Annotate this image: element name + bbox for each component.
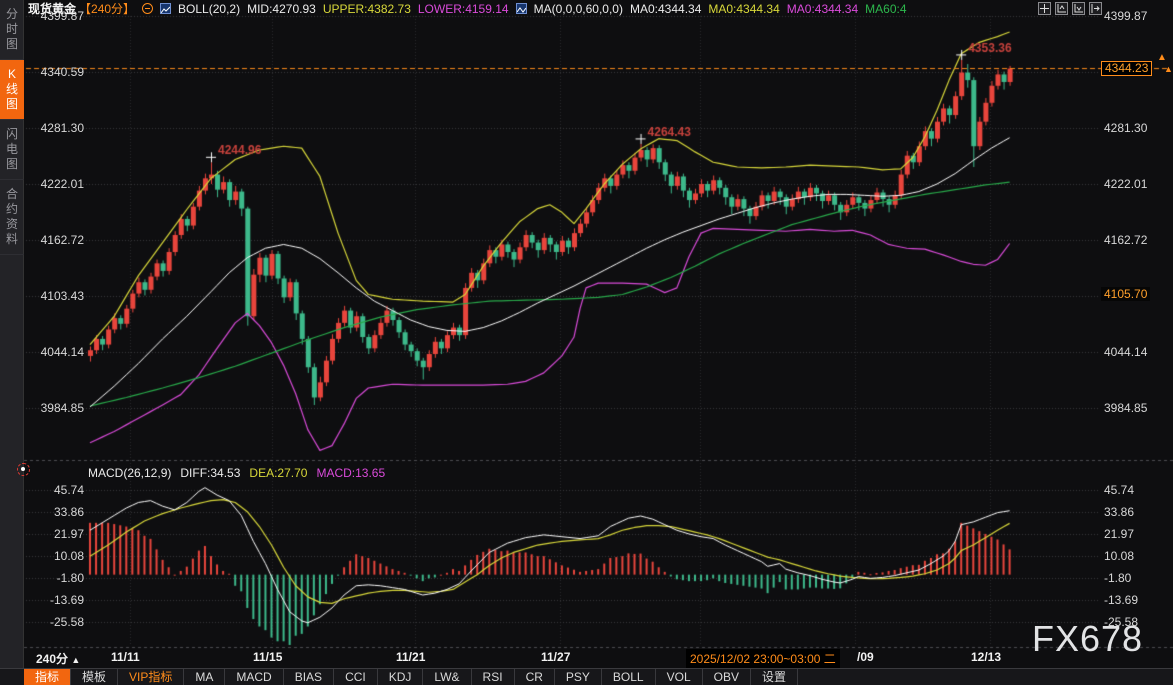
macd-label-right: 10.08	[1104, 549, 1168, 563]
price-label-left: 4222.01	[28, 177, 84, 191]
toolbar-item-macd[interactable]: MACD	[225, 669, 283, 685]
collapse-icon[interactable]	[142, 3, 153, 14]
macd-diff-value: DIFF:34.53	[180, 466, 240, 480]
indicator-toolbar: 指标 模板 VIP指标 MA MACD BIAS CCI KDJ LW& RSI…	[0, 668, 1173, 685]
scale-down-icon[interactable]	[1072, 2, 1085, 15]
price-label-right: 4044.14	[1104, 345, 1168, 359]
reference-price-badge: 4105.70	[1101, 287, 1150, 301]
ma0-magenta-value: MA0:4344.34	[787, 2, 858, 16]
macd-label-right: -1.80	[1104, 571, 1168, 585]
toolbar-item-psy[interactable]: PSY	[555, 669, 602, 685]
toolbar-item-ma[interactable]: MA	[184, 669, 225, 685]
price-label-right: 3984.85	[1104, 401, 1168, 415]
symbol-name: 现货黄金	[28, 0, 76, 17]
chart-tool-iconbar	[1038, 2, 1102, 15]
price-label-left: 4103.43	[28, 289, 84, 303]
trading-app: { "sidebar": { "tabs": [ {"label": "分时图"…	[0, 0, 1173, 685]
date-tick: 11/21	[396, 650, 425, 664]
macd-dea-value: DEA:27.70	[249, 466, 307, 480]
price-label-left: 4162.72	[28, 233, 84, 247]
boll-lower-value: LOWER:4159.14	[418, 2, 509, 16]
macd-label-left: 10.08	[28, 549, 84, 563]
price-label-right: 4399.87	[1104, 9, 1168, 23]
macd-label-right: 33.86	[1104, 505, 1168, 519]
ma0-white-value: MA0:4344.34	[630, 2, 701, 16]
boll-indicator-icon[interactable]	[160, 3, 171, 14]
ma-indicator-icon[interactable]	[516, 3, 527, 14]
price-label-right: 4281.30	[1104, 121, 1168, 135]
toolbar-item-template[interactable]: 模板	[71, 669, 118, 685]
macd-label-right: -13.69	[1104, 593, 1168, 607]
macd-title: MACD(26,12,9)	[88, 466, 171, 480]
macd-label-left: 21.97	[28, 527, 84, 541]
sidebar-tab-kline[interactable]: K线图	[0, 60, 24, 120]
sidebar-tab-timeshare[interactable]: 分时图	[0, 0, 24, 60]
macd-label-right: 21.97	[1104, 527, 1168, 541]
toolbar-item-cr[interactable]: CR	[515, 669, 555, 685]
date-tick: 11/15	[253, 650, 282, 664]
watermark: FX678	[1032, 618, 1143, 660]
pan-right-icon[interactable]	[1089, 2, 1102, 15]
toolbar-item-lw[interactable]: LW&	[423, 669, 471, 685]
price-label-right: 4162.72	[1104, 233, 1168, 247]
chart-canvas[interactable]	[0, 0, 1173, 685]
ma60-value: MA60:4	[865, 2, 906, 16]
axis-edge-arrow-icon: ▲	[1164, 64, 1173, 74]
ma0-yellow-value: MA0:4344.34	[708, 2, 779, 16]
macd-label-left: -25.58	[28, 615, 84, 629]
toolbar-item-kdj[interactable]: KDJ	[378, 669, 424, 685]
toolbar-item-obv[interactable]: OBV	[703, 669, 751, 685]
toolbar-item-vip-indicator[interactable]: VIP指标	[118, 669, 184, 685]
time-range-tooltip: 2025/12/02 23:00~03:00 二	[686, 649, 840, 668]
date-tick-partial: /09	[857, 650, 874, 664]
chart-header: 现货黄金 【240分】 BOLL(20,2) MID:4270.93 UPPER…	[28, 1, 907, 16]
period-label[interactable]: 【240分】	[79, 0, 135, 17]
toolbar-item-rsi[interactable]: RSI	[472, 669, 515, 685]
macd-label-left: -13.69	[28, 593, 84, 607]
left-sidebar: 分时图 K线图 闪电图 合约资料	[0, 0, 24, 668]
price-label-left: 3984.85	[28, 401, 84, 415]
current-price-badge: 4344.23	[1101, 61, 1152, 76]
boll-label: BOLL(20,2)	[178, 2, 240, 16]
footer-period-label[interactable]: 240分 ▲	[36, 650, 80, 667]
boll-upper-value: UPPER:4382.73	[323, 2, 411, 16]
boll-mid-value: MID:4270.93	[247, 2, 316, 16]
date-tick: 11/11	[111, 650, 140, 664]
toolbar-item-settings[interactable]: 设置	[751, 669, 798, 685]
price-label-right: 4222.01	[1104, 177, 1168, 191]
sidebar-tab-contract-info[interactable]: 合约资料	[0, 180, 24, 255]
crosshair-icon[interactable]	[1038, 2, 1051, 15]
sidebar-tab-lightning[interactable]: 闪电图	[0, 120, 24, 180]
toolbar-item-vol[interactable]: VOL	[656, 669, 703, 685]
price-label-left: 4281.30	[28, 121, 84, 135]
toolbar-item-bias[interactable]: BIAS	[284, 669, 334, 685]
toolbar-item-cci[interactable]: CCI	[334, 669, 378, 685]
macd-label-right: 45.74	[1104, 483, 1168, 497]
macd-label-left: 45.74	[28, 483, 84, 497]
ma-label: MA(0,0,0,60,0,0)	[534, 2, 623, 16]
target-marker-icon[interactable]	[17, 463, 30, 476]
toolbar-item-boll[interactable]: BOLL	[602, 669, 656, 685]
macd-label-left: 33.86	[28, 505, 84, 519]
price-label-left: 4340.59	[28, 65, 84, 79]
toolbar-item-indicator[interactable]: 指标	[24, 669, 71, 685]
period-arrow-icon: ▲	[71, 655, 80, 665]
macd-label-left: -1.80	[28, 571, 84, 585]
macd-header: MACD(26,12,9) DIFF:34.53 DEA:27.70 MACD:…	[88, 466, 385, 480]
scale-up-icon[interactable]	[1055, 2, 1068, 15]
date-tick: 11/27	[541, 650, 570, 664]
date-tick: 12/13	[971, 650, 1001, 664]
price-label-left: 4044.14	[28, 345, 84, 359]
macd-macd-value: MACD:13.65	[316, 466, 385, 480]
price-up-arrow-icon: ▲	[1157, 52, 1167, 63]
